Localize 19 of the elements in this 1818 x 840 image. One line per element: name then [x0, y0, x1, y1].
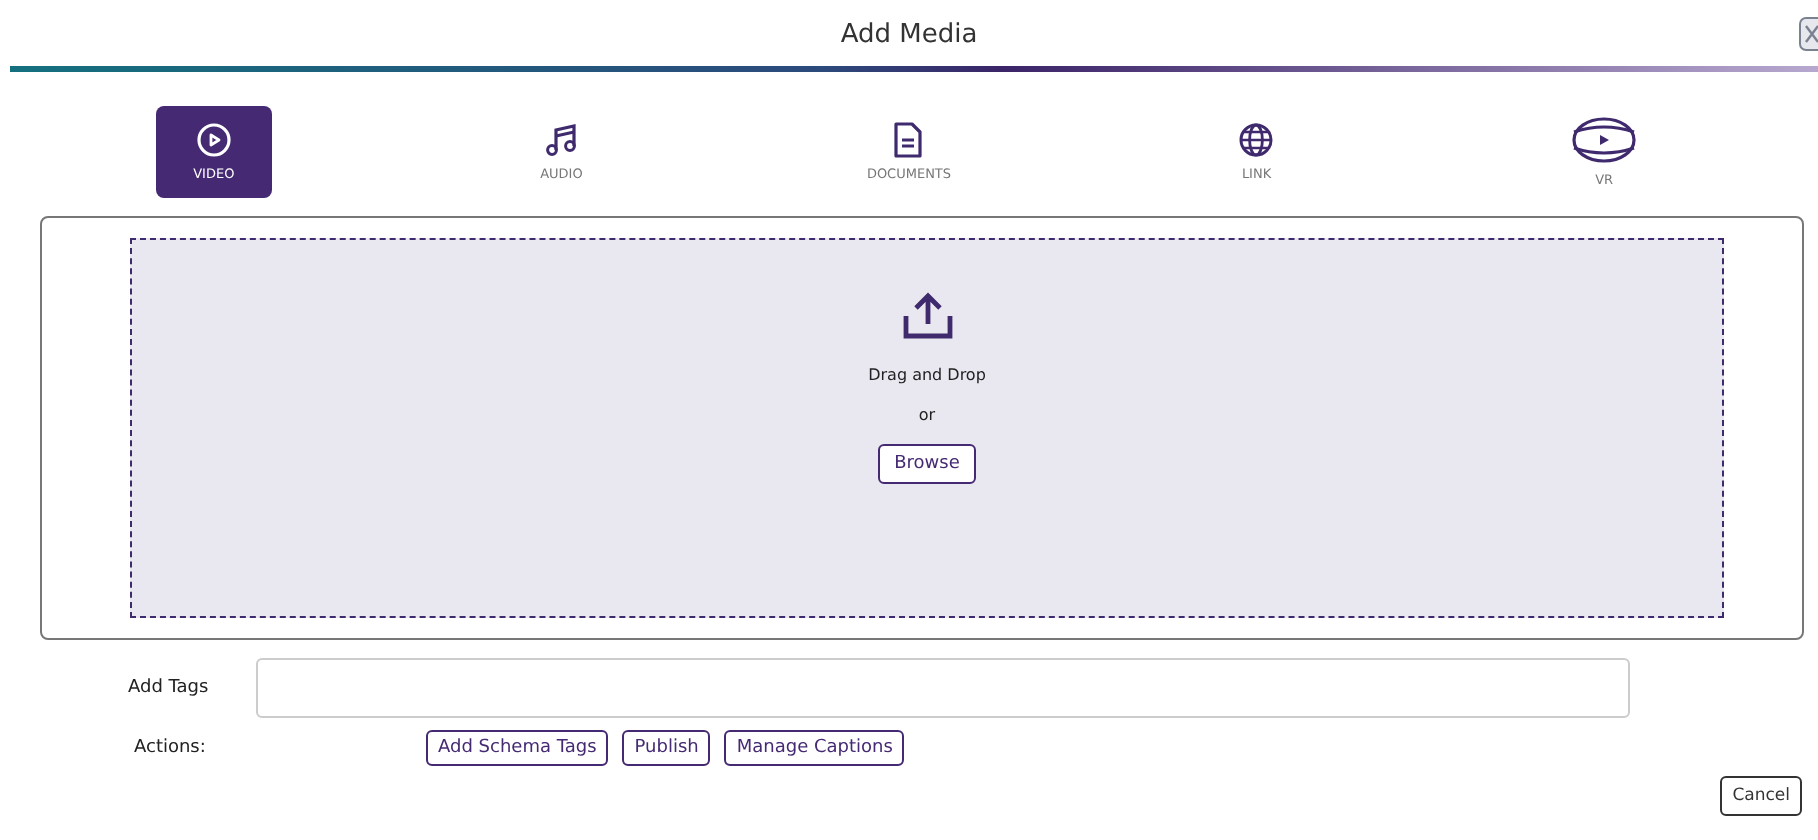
vr-headset-icon — [1570, 116, 1639, 164]
globe-icon — [1238, 122, 1275, 158]
close-icon[interactable] — [1798, 16, 1818, 52]
music-note-icon — [543, 122, 580, 158]
tags-input[interactable] — [256, 658, 1630, 718]
cancel-button[interactable]: Cancel — [1720, 776, 1802, 816]
or-text: or — [918, 406, 936, 424]
action-button[interactable]: Publish — [622, 730, 711, 766]
actions-label: Actions: — [132, 738, 208, 758]
tags-label: Add Tags — [126, 678, 211, 698]
drop-zone[interactable]: Drag and Drop or Browse — [130, 238, 1724, 618]
dialog-title: Add Media — [840, 20, 978, 50]
document-icon — [892, 122, 925, 158]
action-button[interactable]: Add Schema Tags — [426, 730, 609, 766]
play-icon — [195, 122, 232, 158]
upload-icon — [901, 290, 953, 342]
browse-button[interactable]: Browse — [878, 444, 976, 484]
drag-and-drop-text: Drag and Drop — [868, 366, 986, 384]
action-button[interactable]: Manage Captions — [724, 730, 905, 766]
